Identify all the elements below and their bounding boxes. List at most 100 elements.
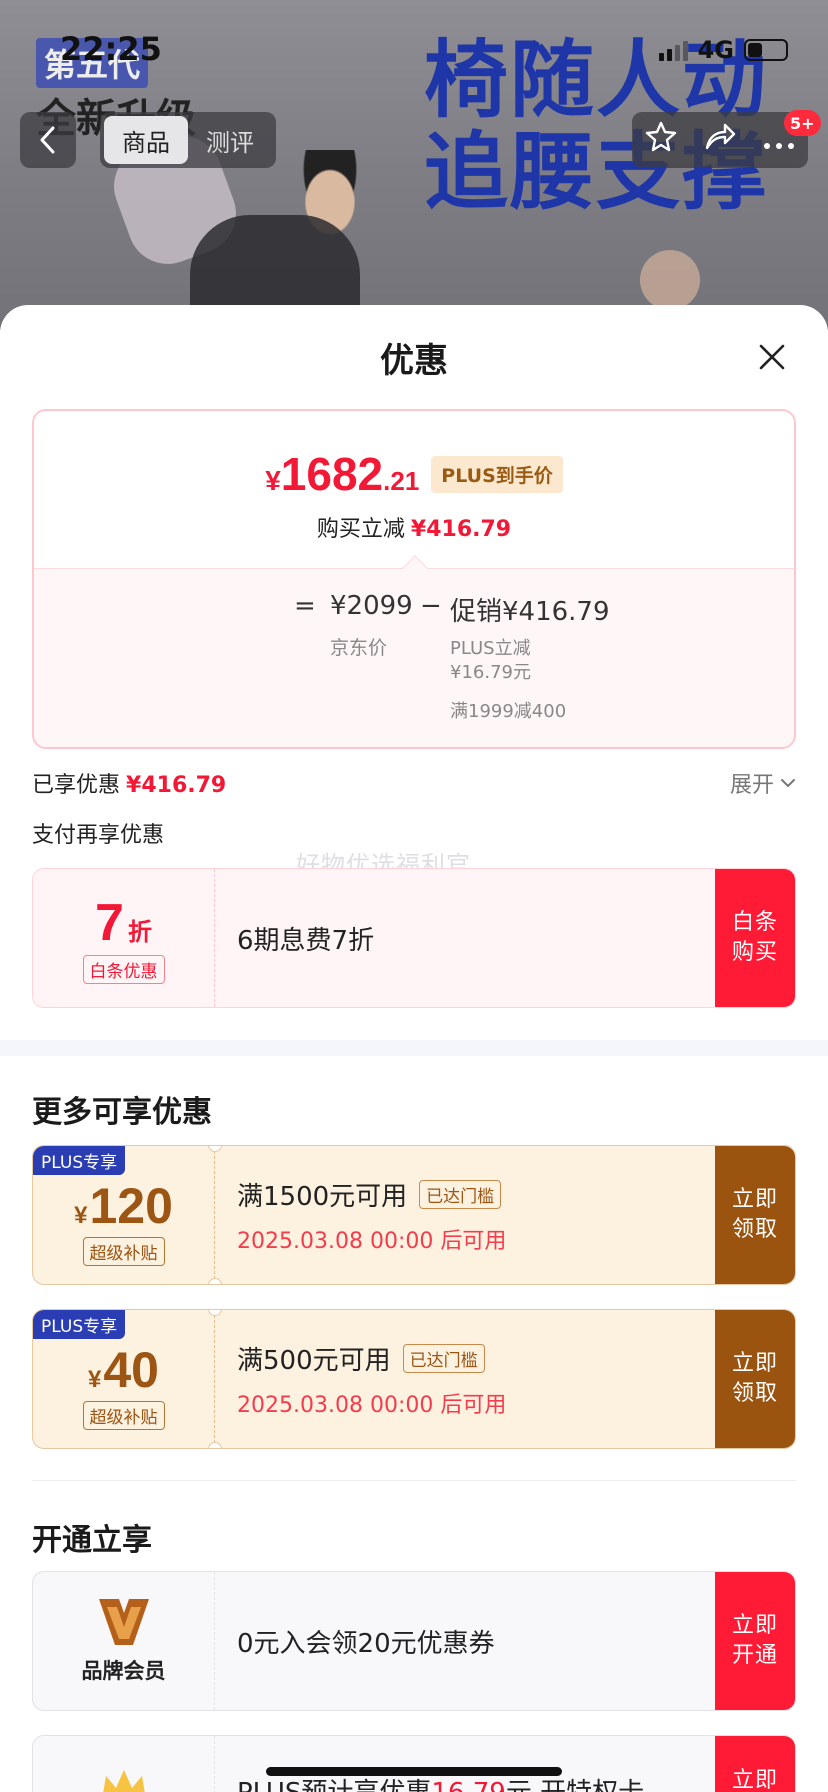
plus-member-text-prefix: PLUS预计享优惠: [237, 1778, 431, 1792]
baitiao-discount: 7折 白条优惠: [33, 869, 215, 1007]
brand-member-info: 0元入会领20元优惠券: [215, 1572, 715, 1710]
baitiao-discount-unit: 折: [127, 918, 152, 946]
plus-open-label: 立即: [731, 1768, 778, 1792]
claim-coupon-button[interactable]: 立即领取: [715, 1310, 795, 1448]
plus-member-text-value: 16.79: [431, 1778, 505, 1792]
plus-member-text-suffix: 元 开特权卡: [506, 1778, 644, 1792]
coupon-info: 满1500元可用 已达门槛 2025.03.08 00:00 后可用: [215, 1146, 715, 1284]
tab-product[interactable]: 商品: [104, 116, 188, 164]
brand-member-text: 0元入会领20元优惠券: [237, 1628, 495, 1659]
open-label: 立即开通: [731, 1613, 778, 1668]
final-price-currency: ¥: [265, 465, 281, 496]
formula-minus: −: [420, 591, 442, 621]
battery-icon: [744, 39, 788, 61]
baitiao-tag: 白条优惠: [82, 954, 165, 984]
plus-discount-detail: PLUS立减 ¥16.79元: [450, 637, 531, 685]
baitiao-discount-num: 7: [95, 893, 124, 952]
open-membership-button[interactable]: 立即开通: [715, 1572, 795, 1710]
sheet-title: 优惠: [380, 341, 448, 381]
baitiao-offer: 7折 白条优惠 6期息费7折 白条购买: [32, 868, 796, 1008]
enjoyed-amount: ¥416.79: [126, 773, 227, 798]
brand-v-icon: [98, 1599, 149, 1645]
baitiao-discount-value: 7折: [95, 893, 152, 953]
coupon-info: 满500元可用 已达门槛 2025.03.08 00:00 后可用: [215, 1310, 715, 1448]
back-button[interactable]: [20, 112, 76, 168]
enjoyed-label: 已享优惠: [32, 773, 121, 798]
price-formula: = ¥2099 京东价 − 促销¥416.79 PLUS立减 ¥16.79元 满…: [264, 587, 664, 747]
chevron-down-icon: [781, 779, 795, 788]
expand-label: 展开: [729, 773, 774, 798]
expand-button[interactable]: 展开: [730, 767, 796, 799]
status-time: 22:25: [60, 30, 162, 68]
chevron-left-icon: [40, 126, 55, 154]
plus-discount-label: PLUS立减: [450, 638, 531, 659]
plus-exclusive-tag: PLUS专享: [33, 1310, 126, 1339]
more-offers-title: 更多可享优惠: [32, 1095, 212, 1130]
baitiao-buy-button[interactable]: 白条购买: [715, 869, 795, 1007]
brand-member-panel: 品牌会员: [33, 1572, 215, 1710]
coupon-valid-time: 2025.03.08 00:00 后可用: [237, 1228, 507, 1254]
plus-member-card: PLUS预计享优惠16.79元 开特权卡 立即: [32, 1735, 796, 1792]
claim-label: 立即领取: [731, 1187, 778, 1242]
coupon-condition-row: 满500元可用 已达门槛: [237, 1340, 715, 1377]
star-icon[interactable]: [645, 120, 677, 160]
coupon-amount: ¥40: [88, 1341, 159, 1399]
super-subsidy-tag: 超级补贴: [82, 1236, 165, 1266]
coupon-valid-time: 2025.03.08 00:00 后可用: [237, 1392, 507, 1418]
full-reduction-detail: 满1999减400: [450, 701, 567, 722]
plus-price-tag: PLUS到手价: [431, 455, 563, 493]
jd-price: ¥2099: [330, 591, 413, 621]
coupon-condition-row: 满1500元可用 已达门槛: [237, 1176, 715, 1213]
coupon-value: 40: [103, 1341, 159, 1398]
claim-coupon-button[interactable]: 立即领取: [715, 1146, 795, 1284]
formula-equals: =: [294, 591, 316, 621]
hero-hand: [640, 250, 700, 310]
coupon-card: PLUS专享 ¥120 超级补贴 满1500元可用 已达门槛 2025.03.0…: [32, 1145, 796, 1285]
coupon-card: PLUS专享 ¥40 超级补贴 满500元可用 已达门槛 2025.03.08 …: [32, 1309, 796, 1449]
discount-sheet: 优惠 ¥1682.21 PLUS到手价 购买立减 ¥416.79 = ¥2099 …: [0, 305, 828, 1792]
plus-open-button[interactable]: 立即: [715, 1736, 795, 1792]
coupon-value: 120: [89, 1177, 173, 1234]
price-summary: ¥1682.21 PLUS到手价 购买立减 ¥416.79: [34, 411, 794, 568]
coupon-amount-panel: PLUS专享 ¥40 超级补贴: [33, 1310, 222, 1448]
product-tabs: 商品 测评: [100, 112, 276, 168]
signal-icon: [658, 39, 688, 61]
plus-member-panel: [33, 1736, 215, 1792]
saving-label: 购买立减: [316, 517, 405, 542]
baitiao-text: 6期息费7折: [237, 925, 375, 956]
home-indicator[interactable]: [266, 1767, 562, 1776]
final-price-row: ¥1682.21 PLUS到手价: [34, 447, 794, 501]
coupon-amount-panel: PLUS专享 ¥120 超级补贴: [33, 1146, 222, 1284]
section-divider: [0, 1040, 828, 1056]
final-price-dec: .21: [383, 466, 420, 496]
share-icon[interactable]: [703, 121, 737, 159]
enjoyed-discount-row: 已享优惠 ¥416.79 展开: [32, 767, 796, 799]
close-button[interactable]: [752, 337, 792, 377]
baitiao-buy-label: 白条购买: [731, 910, 778, 965]
tab-review[interactable]: 测评: [188, 116, 272, 164]
price-breakdown-card: ¥1682.21 PLUS到手价 购买立减 ¥416.79 = ¥2099 京东价…: [32, 409, 796, 749]
coupon-condition: 满1500元可用: [237, 1181, 408, 1212]
jd-price-label: 京东价: [330, 637, 388, 659]
saving-amount: ¥416.79: [410, 517, 512, 542]
purchase-saving: 购买立减 ¥416.79: [34, 511, 794, 543]
claim-label: 立即领取: [731, 1351, 778, 1406]
close-icon: [759, 344, 785, 370]
coupon-amount: ¥120: [74, 1177, 173, 1235]
message-badge: 5+: [784, 110, 821, 136]
plus-discount-value: ¥16.79元: [450, 662, 531, 683]
nav-actions: [632, 112, 808, 168]
coupon-currency: ¥: [74, 1201, 88, 1229]
coupon-condition: 满500元可用: [237, 1345, 391, 1376]
pay-more-label: 支付再享优惠: [32, 823, 165, 848]
final-price-int: 1682: [280, 448, 384, 500]
coupon-currency: ¥: [88, 1365, 102, 1393]
brand-member-label: 品牌会员: [81, 1659, 166, 1683]
plus-member-info: PLUS预计享优惠16.79元 开特权卡: [215, 1736, 715, 1792]
promo-amount: 促销¥416.79: [450, 597, 610, 627]
threshold-reached-tag: 已达门槛: [402, 1343, 485, 1373]
network-label: 4G: [697, 36, 734, 64]
status-icons: 4G: [658, 36, 788, 64]
plus-exclusive-tag: PLUS专享: [33, 1146, 126, 1175]
baitiao-info: 6期息费7折: [215, 869, 715, 1007]
